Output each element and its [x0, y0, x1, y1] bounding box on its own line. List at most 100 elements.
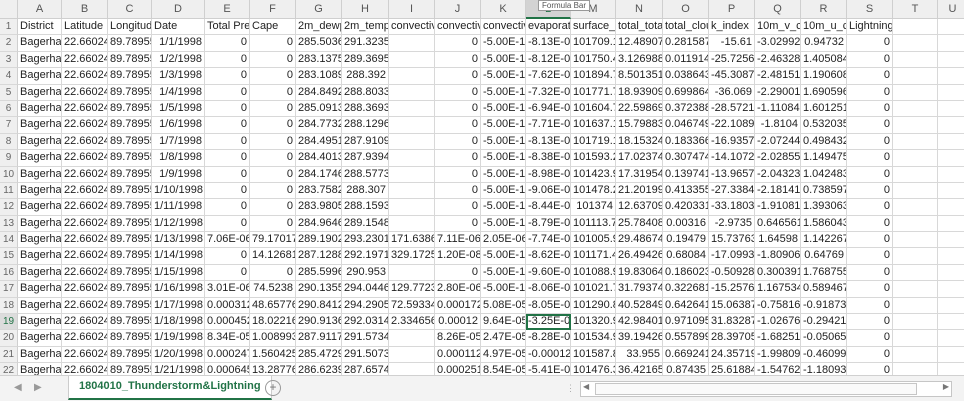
cell[interactable]: 291.5073: [342, 346, 389, 364]
cell[interactable]: 1.64598: [755, 232, 801, 249]
cell[interactable]: [893, 117, 938, 134]
cell[interactable]: -8.13E-05: [526, 35, 571, 52]
cell[interactable]: Bagerhat: [18, 199, 62, 216]
row-header[interactable]: 10: [0, 166, 18, 183]
cell[interactable]: -0.29421: [801, 314, 847, 331]
cell[interactable]: 0: [205, 68, 250, 85]
cell[interactable]: 0: [847, 133, 893, 151]
cell[interactable]: 288.1296: [342, 117, 389, 134]
cell[interactable]: Bagerhat: [18, 100, 62, 118]
cell[interactable]: 1.601251: [801, 100, 847, 118]
cell[interactable]: 8.501351: [616, 68, 663, 85]
cell[interactable]: 0.646561: [755, 215, 801, 233]
cell[interactable]: 171.6386: [389, 232, 435, 249]
cell[interactable]: 4.97E-05: [481, 346, 526, 364]
cell[interactable]: Bagerhat: [18, 68, 62, 85]
cell[interactable]: [893, 199, 938, 216]
cell[interactable]: 1/10/1998: [152, 182, 205, 200]
column-title-cell[interactable]: convectiv: [481, 19, 526, 36]
cell[interactable]: Bagerhat: [18, 264, 62, 282]
cell[interactable]: 89.78955: [108, 84, 152, 101]
cell[interactable]: 1/5/1998: [152, 100, 205, 118]
cell[interactable]: [893, 232, 938, 249]
cell[interactable]: 79.17017: [250, 232, 296, 249]
cell[interactable]: 1/13/1998: [152, 232, 205, 249]
cell[interactable]: [938, 314, 964, 331]
cell[interactable]: 284.8492: [296, 84, 342, 101]
column-title-cell[interactable]: [893, 19, 938, 36]
column-header-U[interactable]: U: [938, 0, 964, 19]
cell[interactable]: [389, 215, 435, 233]
cell[interactable]: 0.94732: [801, 35, 847, 52]
cell[interactable]: 1.405084: [801, 51, 847, 69]
cell[interactable]: 22.66024: [62, 35, 108, 52]
cell[interactable]: -1.02676: [755, 314, 801, 331]
cell[interactable]: -1.8104: [755, 117, 801, 134]
cell[interactable]: 0: [435, 117, 481, 134]
cell[interactable]: -2.07244: [755, 133, 801, 151]
cell[interactable]: 0.00012: [435, 314, 481, 331]
cell[interactable]: [893, 100, 938, 118]
row-header[interactable]: 17: [0, 281, 18, 298]
cell[interactable]: 1.149475: [801, 150, 847, 167]
cell[interactable]: -1.91081: [755, 199, 801, 216]
cell[interactable]: 0: [847, 248, 893, 265]
column-header-I[interactable]: I: [389, 0, 435, 19]
cell[interactable]: 19.83064: [616, 264, 663, 282]
cell[interactable]: 29.48674: [616, 232, 663, 249]
cell[interactable]: [938, 52, 964, 69]
cell[interactable]: -1.11084: [755, 100, 801, 118]
cell[interactable]: 283.1089: [296, 68, 342, 85]
cell[interactable]: 0.413355: [663, 182, 709, 200]
cell[interactable]: -8.13E-05: [526, 133, 571, 151]
spreadsheet-grid[interactable]: ABCDEFGHIJKLMNOPQRSTU1DistrictLatitudeLo…: [0, 0, 964, 396]
cell[interactable]: 101894.7: [571, 68, 616, 85]
column-title-cell[interactable]: Total Prec: [205, 19, 250, 36]
cell[interactable]: 0: [435, 100, 481, 118]
cell[interactable]: 289.1548: [342, 215, 389, 233]
cell[interactable]: 8.26E-05: [435, 330, 481, 347]
cell[interactable]: [938, 347, 964, 364]
cell[interactable]: 1.768755: [801, 264, 847, 282]
cell[interactable]: 290.8412: [296, 297, 342, 315]
cell[interactable]: [893, 68, 938, 85]
cell[interactable]: 0: [205, 215, 250, 233]
cell[interactable]: 101604.7: [571, 100, 616, 118]
cell[interactable]: 291.3235: [342, 35, 389, 52]
scrollbar-split-handle[interactable]: ⋮: [566, 383, 575, 394]
cell[interactable]: -5.00E-10: [481, 182, 526, 200]
cell[interactable]: 0.000172: [435, 297, 481, 315]
cell[interactable]: -45.3087: [709, 68, 755, 85]
column-title-cell[interactable]: District: [18, 19, 62, 36]
cell[interactable]: 101637.1: [571, 117, 616, 134]
cell[interactable]: 0: [435, 84, 481, 101]
cell[interactable]: [893, 330, 938, 347]
cell[interactable]: 0: [250, 199, 296, 216]
cell[interactable]: 0: [250, 84, 296, 101]
cell[interactable]: 101320.9: [571, 314, 616, 331]
cell[interactable]: 294.2905: [342, 297, 389, 315]
cell[interactable]: [389, 150, 435, 167]
cell[interactable]: 3.01E-06: [205, 281, 250, 298]
cell[interactable]: 0.046749: [663, 117, 709, 134]
cell[interactable]: 0: [205, 51, 250, 69]
cell[interactable]: -7.62E-05: [526, 68, 571, 85]
cell[interactable]: [938, 216, 964, 233]
cell[interactable]: 288.3693: [342, 100, 389, 118]
cell[interactable]: -33.1803: [709, 199, 755, 216]
cell[interactable]: -2.04323: [755, 166, 801, 183]
cell[interactable]: 2.80E-06: [435, 281, 481, 298]
cell[interactable]: -8.38E-05: [526, 150, 571, 167]
cell[interactable]: 101423.9: [571, 166, 616, 183]
cell[interactable]: 3.126988: [616, 51, 663, 69]
column-header-H[interactable]: H: [342, 0, 389, 19]
column-header-P[interactable]: P: [709, 0, 755, 19]
cell[interactable]: 7.06E-06: [205, 232, 250, 249]
cell[interactable]: -0.46099: [801, 346, 847, 364]
cell[interactable]: 22.66024: [62, 84, 108, 101]
cell[interactable]: 0: [847, 232, 893, 249]
cell[interactable]: 0: [435, 199, 481, 216]
cell[interactable]: 0.186023: [663, 264, 709, 282]
cell[interactable]: 0: [847, 346, 893, 364]
cell[interactable]: [893, 297, 938, 315]
